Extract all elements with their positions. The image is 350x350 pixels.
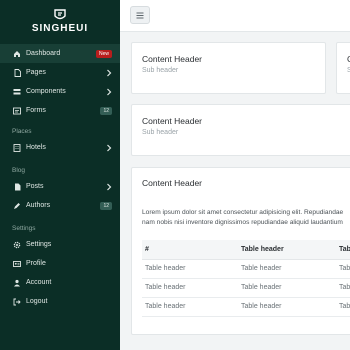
table-cell: Table header: [238, 259, 336, 279]
card-subtitle: Sub header: [142, 67, 179, 74]
table-cell: Table header: [142, 259, 238, 279]
card-body-text: Lorem ipsum dolor sit amet consectetur a…: [142, 208, 350, 228]
section-label-places: Places: [12, 127, 32, 135]
content-card: Content Header Sub header: [131, 42, 326, 94]
pen-icon: [12, 201, 22, 211]
sidebar-item-label: Settings: [26, 241, 52, 248]
brand[interactable]: SINGHEUI: [0, 0, 120, 36]
sidebar-item-logout[interactable]: Logout: [0, 292, 120, 311]
file-icon: [12, 68, 22, 78]
sidebar-item-label: Pages: [26, 69, 46, 76]
sidebar-item-label: Dashboard: [26, 50, 61, 57]
count-badge: 12: [100, 106, 112, 115]
sidebar-item-label: Account: [26, 279, 52, 286]
sidebar-item-settings[interactable]: Settings: [0, 235, 120, 254]
brand-name: SINGHEUI: [31, 22, 89, 34]
table-cell: Table header: [238, 297, 336, 317]
sidebar-item-posts[interactable]: Posts: [0, 177, 120, 196]
table-header-row: # Table header Table header: [142, 240, 350, 260]
chevron-right-icon: [107, 69, 112, 76]
logo-icon: [54, 8, 66, 19]
sidebar-item-label: Components: [26, 88, 66, 95]
table-cell: Table header: [336, 278, 350, 298]
table-row: Table header Table header Table header: [142, 259, 350, 279]
card-subtitle: Sub header: [142, 129, 179, 136]
count-badge: 12: [100, 201, 112, 210]
building-icon: [12, 143, 22, 153]
home-icon: [12, 49, 22, 59]
menu-toggle-button[interactable]: [130, 6, 150, 24]
table-header-cell: #: [142, 240, 238, 260]
chevron-right-icon: [107, 183, 112, 190]
card-title: Content Header: [142, 178, 203, 188]
sidebar-item-label: Hotels: [26, 144, 46, 151]
table-row: Table header Table header Table header: [142, 278, 350, 298]
data-table-wrapper: # Table header Table header Table header…: [142, 240, 350, 330]
sidebar-item-authors[interactable]: Authors 12: [0, 196, 120, 215]
logout-icon: [12, 297, 22, 307]
section-label-blog: Blog: [12, 166, 26, 174]
card-title: Content Header: [142, 116, 203, 126]
sidebar-nav: Dashboard New Pages Components Forms 12 …: [0, 44, 120, 311]
sidebar-item-label: Forms: [26, 107, 46, 114]
body-line: Lorem ipsum dolor sit amet consectetur a…: [142, 209, 344, 216]
sidebar-item-label: Authors: [26, 202, 51, 209]
sidebar-item-hotels[interactable]: Hotels: [0, 138, 120, 157]
card-title: Content Header: [142, 54, 203, 64]
chevron-right-icon: [107, 88, 112, 95]
section-label-settings: Settings: [12, 224, 36, 232]
sidebar-item-components[interactable]: Components: [0, 82, 120, 101]
data-table: # Table header Table header Table header…: [142, 240, 350, 317]
hamburger-icon: [136, 12, 144, 18]
new-badge: New: [95, 49, 112, 58]
content-card: Content Header Sub header: [131, 104, 350, 156]
table-cell: Table header: [336, 297, 350, 317]
sidebar-item-pages[interactable]: Pages: [0, 63, 120, 82]
body-line: nam nobis nisi inventore dignissimos rep…: [142, 219, 343, 226]
sidebar-item-forms[interactable]: Forms 12: [0, 101, 120, 120]
table-row: Table header Table header Table header: [142, 297, 350, 317]
document-icon: [12, 182, 22, 192]
table-header-cell: Table header: [336, 240, 350, 260]
sidebar-item-dashboard[interactable]: Dashboard New: [0, 44, 120, 63]
sidebar-item-profile[interactable]: Profile: [0, 254, 120, 273]
chevron-right-icon: [107, 144, 112, 151]
table-header-cell: Table header: [238, 240, 336, 260]
gear-icon: [12, 240, 22, 250]
sidebar: SINGHEUI Dashboard New Pages Components: [0, 0, 120, 350]
table-cell: Table header: [142, 278, 238, 298]
components-icon: [12, 87, 22, 97]
content-card: Content Header Lorem ipsum dolor sit ame…: [131, 167, 350, 335]
table-cell: Table header: [336, 259, 350, 279]
sidebar-item-label: Logout: [26, 298, 48, 305]
form-icon: [12, 106, 22, 116]
id-card-icon: [12, 259, 22, 269]
sidebar-item-label: Profile: [26, 260, 46, 267]
sidebar-item-account[interactable]: Account: [0, 273, 120, 292]
topbar: [120, 0, 350, 32]
sidebar-item-label: Posts: [26, 183, 44, 190]
user-icon: [12, 278, 22, 288]
table-cell: Table header: [142, 297, 238, 317]
content-card: C S: [336, 42, 350, 94]
table-cell: Table header: [238, 278, 336, 298]
